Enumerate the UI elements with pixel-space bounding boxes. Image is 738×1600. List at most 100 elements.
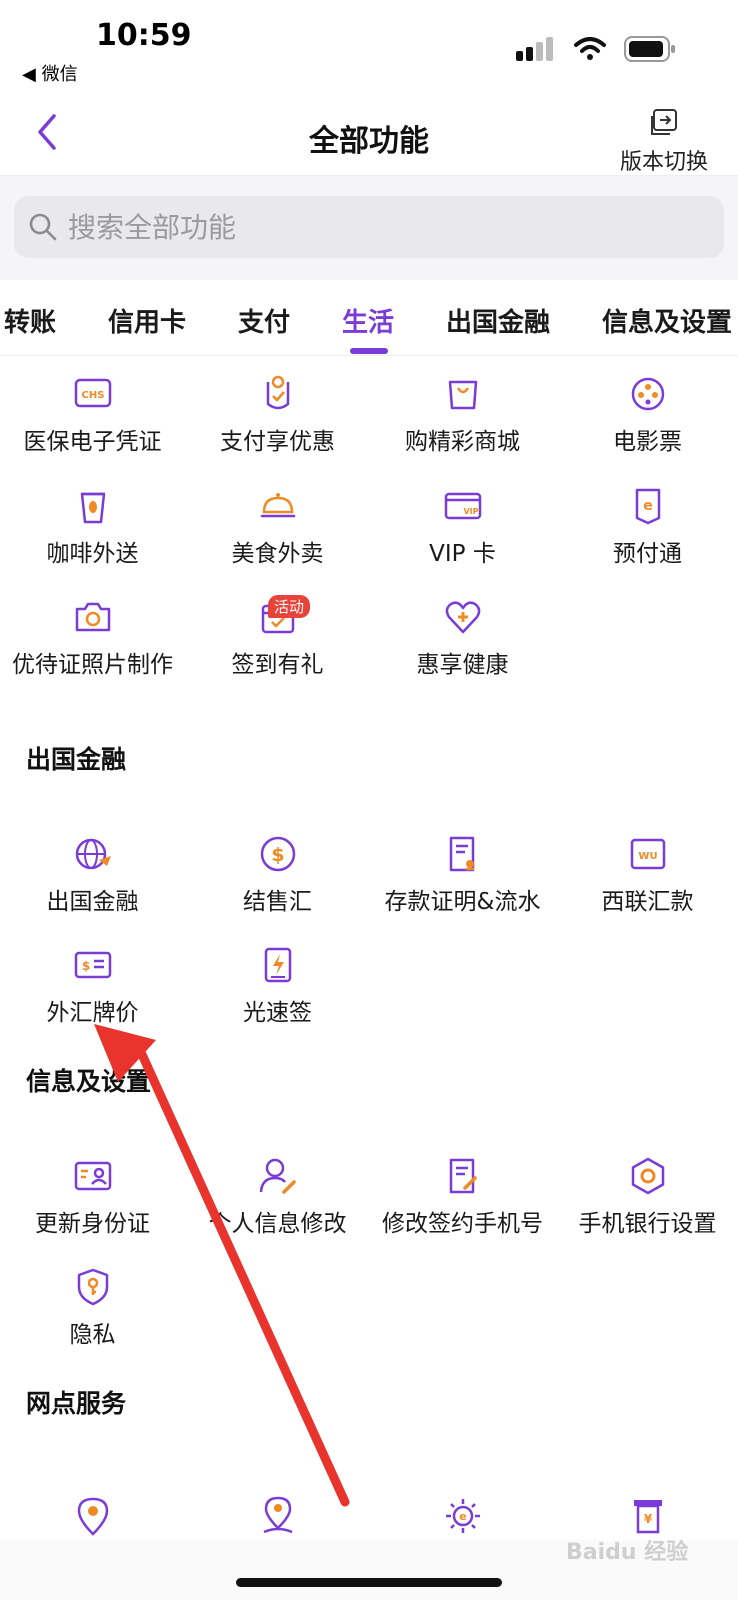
wifi-icon [574, 37, 606, 60]
camera-icon [75, 602, 110, 632]
battery-icon [624, 36, 675, 62]
status-time: 10:59 [96, 18, 192, 53]
coffee-cup-icon [80, 492, 105, 524]
feature-change-phone[interactable]: 修改签约手机号 [370, 1156, 555, 1256]
lightning-doc-icon [264, 947, 291, 983]
svg-text:¥: ¥ [643, 1512, 652, 1526]
cellular-signal-icon [516, 37, 553, 61]
feature-fx-rates[interactable]: $ 外汇牌价 [0, 945, 185, 1045]
feature-label: 结售汇 [243, 889, 312, 915]
tab-overseas-finance[interactable]: 出国金融 [446, 302, 550, 339]
user-edit-icon [259, 1158, 296, 1194]
settings-grid-row: 更新身份证 个人信息修改 修改签约手机号 手机银行设置 [0, 1156, 738, 1256]
feature-label: VIP 卡 [429, 541, 496, 567]
svg-text:WU: WU [638, 851, 657, 862]
feature-label: 电影票 [613, 429, 682, 455]
fx-rate-icon: $ [74, 951, 111, 979]
feature-label: 美食外卖 [231, 541, 324, 567]
feature-food-delivery[interactable]: 美食外卖 [185, 486, 370, 586]
feature-western-union[interactable]: WU 西联汇款 [555, 834, 738, 934]
active-tab-indicator [350, 348, 388, 354]
feature-label: 更新身份证 [35, 1211, 150, 1237]
tab-life[interactable]: 生活 [342, 302, 394, 339]
life-grid-row: 优待证照片制作 签到有礼 惠享健康 活动 [0, 595, 738, 697]
feature-overseas-finance[interactable]: 出国金融 [0, 834, 185, 934]
svg-text:$: $ [81, 959, 89, 973]
vip-card-icon: VIP [444, 492, 481, 520]
feature-label: 支付享优惠 [220, 429, 335, 455]
svg-text:e: e [459, 1510, 466, 1523]
feature-label: 医保电子凭证 [23, 429, 162, 455]
svg-text:e: e [643, 498, 653, 514]
back-to-app-link[interactable]: ◀ 微信 [22, 60, 78, 86]
chs-card-icon: CHS [74, 378, 111, 408]
feature-health[interactable]: 惠享健康 [370, 597, 555, 697]
shopping-bag-icon [448, 380, 477, 410]
watermark: Baidu 经验 [566, 1540, 689, 1565]
tab-info-settings[interactable]: 信息及设置 [602, 302, 732, 339]
search-area [0, 176, 738, 280]
feature-fx-settlement[interactable]: $ 结售汇 [185, 834, 370, 934]
feature-mall[interactable]: 购精彩商城 [370, 374, 555, 474]
doc-edit-icon [449, 1158, 477, 1194]
dollar-coin-icon: $ [260, 836, 295, 872]
version-switch-label: 版本切换 [619, 150, 708, 175]
feature-label: 外汇牌价 [46, 1000, 139, 1026]
film-reel-icon [631, 377, 664, 411]
feature-app-settings[interactable]: 手机银行设置 [555, 1156, 738, 1256]
location-pin-icon [77, 1497, 108, 1536]
section-title-settings: 信息及设置 [26, 1067, 152, 1096]
feature-coffee-delivery[interactable]: 咖啡外送 [0, 486, 185, 586]
feature-label: 购精彩商城 [405, 429, 520, 455]
certificate-icon [449, 836, 474, 872]
feature-quick-sign[interactable]: 光速签 [185, 945, 370, 1045]
search-input[interactable] [68, 210, 668, 244]
feature-vip-card[interactable]: VIP VIP 卡 [370, 486, 555, 586]
sun-e-icon: e [445, 1499, 480, 1533]
feature-label: 咖啡外送 [46, 541, 139, 567]
search-icon [29, 213, 57, 241]
version-switch-button[interactable]: 版本切换 [616, 108, 712, 176]
feature-update-id[interactable]: 更新身份证 [0, 1156, 185, 1256]
overseas-grid-row: 出国金融 $ 结售汇 存款证明&流水 WU 西联汇款 [0, 834, 738, 934]
feature-photo-making[interactable]: 优待证照片制作 [0, 597, 185, 697]
badge-icon [266, 375, 289, 410]
feature-label: 手机银行设置 [578, 1211, 717, 1237]
section-title-branch: 网点服务 [26, 1389, 127, 1418]
switch-version-icon [651, 109, 677, 135]
atm-icon: ¥ [633, 1500, 662, 1534]
feature-label: 隐私 [69, 1322, 116, 1348]
feature-prepaid[interactable]: e 预付通 [555, 486, 738, 586]
hex-settings-icon [631, 1157, 664, 1195]
tab-credit-card[interactable]: 信用卡 [108, 302, 186, 339]
home-indicator[interactable] [236, 1578, 502, 1587]
feature-edit-profile[interactable]: 个人信息修改 [185, 1156, 370, 1256]
feature-privacy[interactable]: 隐私 [0, 1267, 185, 1367]
food-cloche-icon [260, 493, 295, 518]
status-icons [516, 36, 676, 62]
overseas-grid-row: $ 外汇牌价 光速签 [0, 945, 738, 1045]
feature-label: 西联汇款 [601, 889, 694, 915]
feature-label: 光速签 [243, 1000, 312, 1026]
id-card-icon [74, 1161, 111, 1191]
nav-bar: 全部功能 版本切换 [0, 96, 738, 176]
feature-medical-insurance[interactable]: CHS 医保电子凭证 [0, 374, 185, 474]
life-grid-row: 咖啡外送 美食外卖 VIP VIP 卡 e 预付通 [0, 486, 738, 586]
event-badge: 活动 [268, 595, 311, 618]
svg-text:VIP: VIP [463, 507, 478, 516]
feature-label: 优待证照片制作 [12, 652, 173, 678]
category-tabs: 转账 信用卡 支付 生活 出国金融 信息及设置 [0, 280, 738, 356]
feature-pay-discount[interactable]: 支付享优惠 [185, 374, 370, 474]
feature-movie-ticket[interactable]: 电影票 [555, 374, 738, 474]
feature-label: 出国金融 [46, 889, 139, 915]
location-person-icon [263, 1496, 292, 1534]
tab-payment[interactable]: 支付 [238, 302, 290, 339]
search-box[interactable] [14, 196, 724, 258]
feature-label: 惠享健康 [416, 652, 509, 678]
tab-transfer[interactable]: 转账 [4, 302, 56, 339]
feature-label: 存款证明&流水 [384, 889, 541, 915]
settings-grid-row: 隐私 [0, 1267, 738, 1367]
globe-plane-icon [75, 838, 111, 870]
heart-plus-icon [445, 601, 480, 634]
feature-deposit-certificate[interactable]: 存款证明&流水 [370, 834, 555, 934]
